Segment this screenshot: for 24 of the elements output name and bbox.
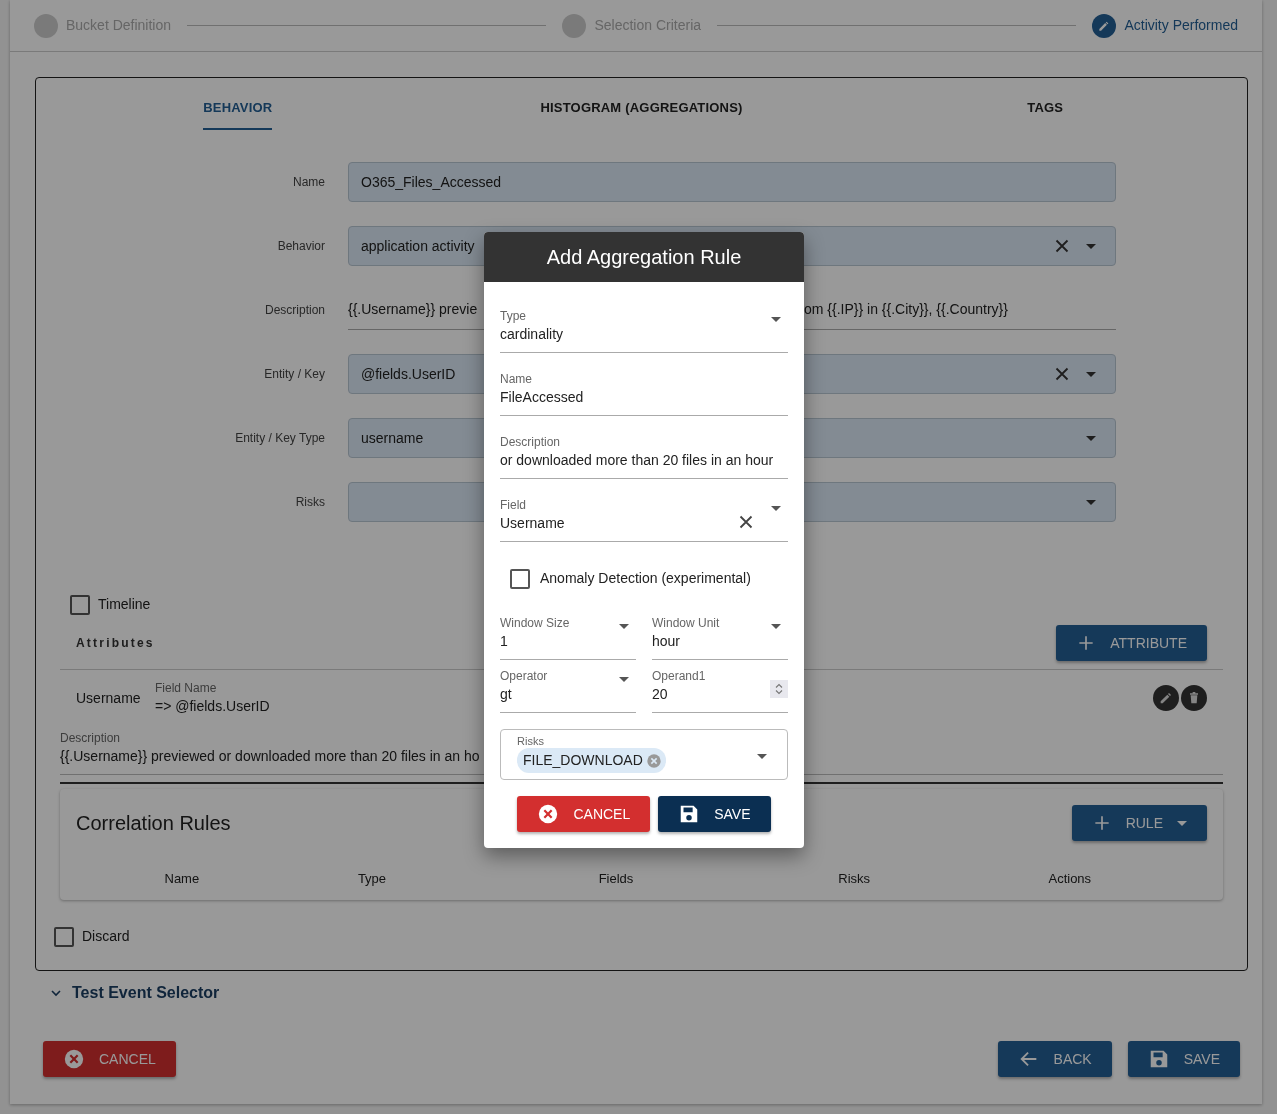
- field-label: Description: [263, 302, 325, 319]
- checkbox-label: Timeline: [98, 595, 151, 614]
- checkbox-label: Anomaly Detection (experimental): [540, 569, 751, 588]
- risk-chip: FILE_DOWNLOAD: [517, 748, 666, 773]
- field-label: Behavior: [276, 238, 325, 255]
- field-label: Name: [292, 174, 325, 191]
- description-text: {{.Username}} previewed or downloaded more than 20 files in an ho: [60, 747, 480, 766]
- field-label: Field Name: [155, 680, 217, 696]
- attribute-name: Username: [76, 688, 142, 708]
- field-label: Risks: [294, 494, 325, 511]
- field-value: => @fields.UserID: [155, 697, 270, 716]
- description-label: Description: [60, 730, 121, 746]
- step-label: Activity Performed: [1124, 16, 1238, 35]
- column-header: Fields: [598, 870, 634, 888]
- column-header: Name: [164, 870, 200, 888]
- field-label: Entity / Key Type: [234, 430, 325, 447]
- checkbox-label: Discard: [82, 927, 130, 946]
- card-title: Correlation Rules: [76, 811, 231, 836]
- column-header: Risks: [838, 870, 871, 888]
- column-header: Type: [357, 870, 387, 888]
- column-header: Actions: [1048, 870, 1092, 888]
- field-label: Entity / Key: [263, 366, 325, 383]
- section-heading: Attributes: [76, 635, 155, 652]
- dialog-title: Add Aggregation Rule: [484, 232, 804, 282]
